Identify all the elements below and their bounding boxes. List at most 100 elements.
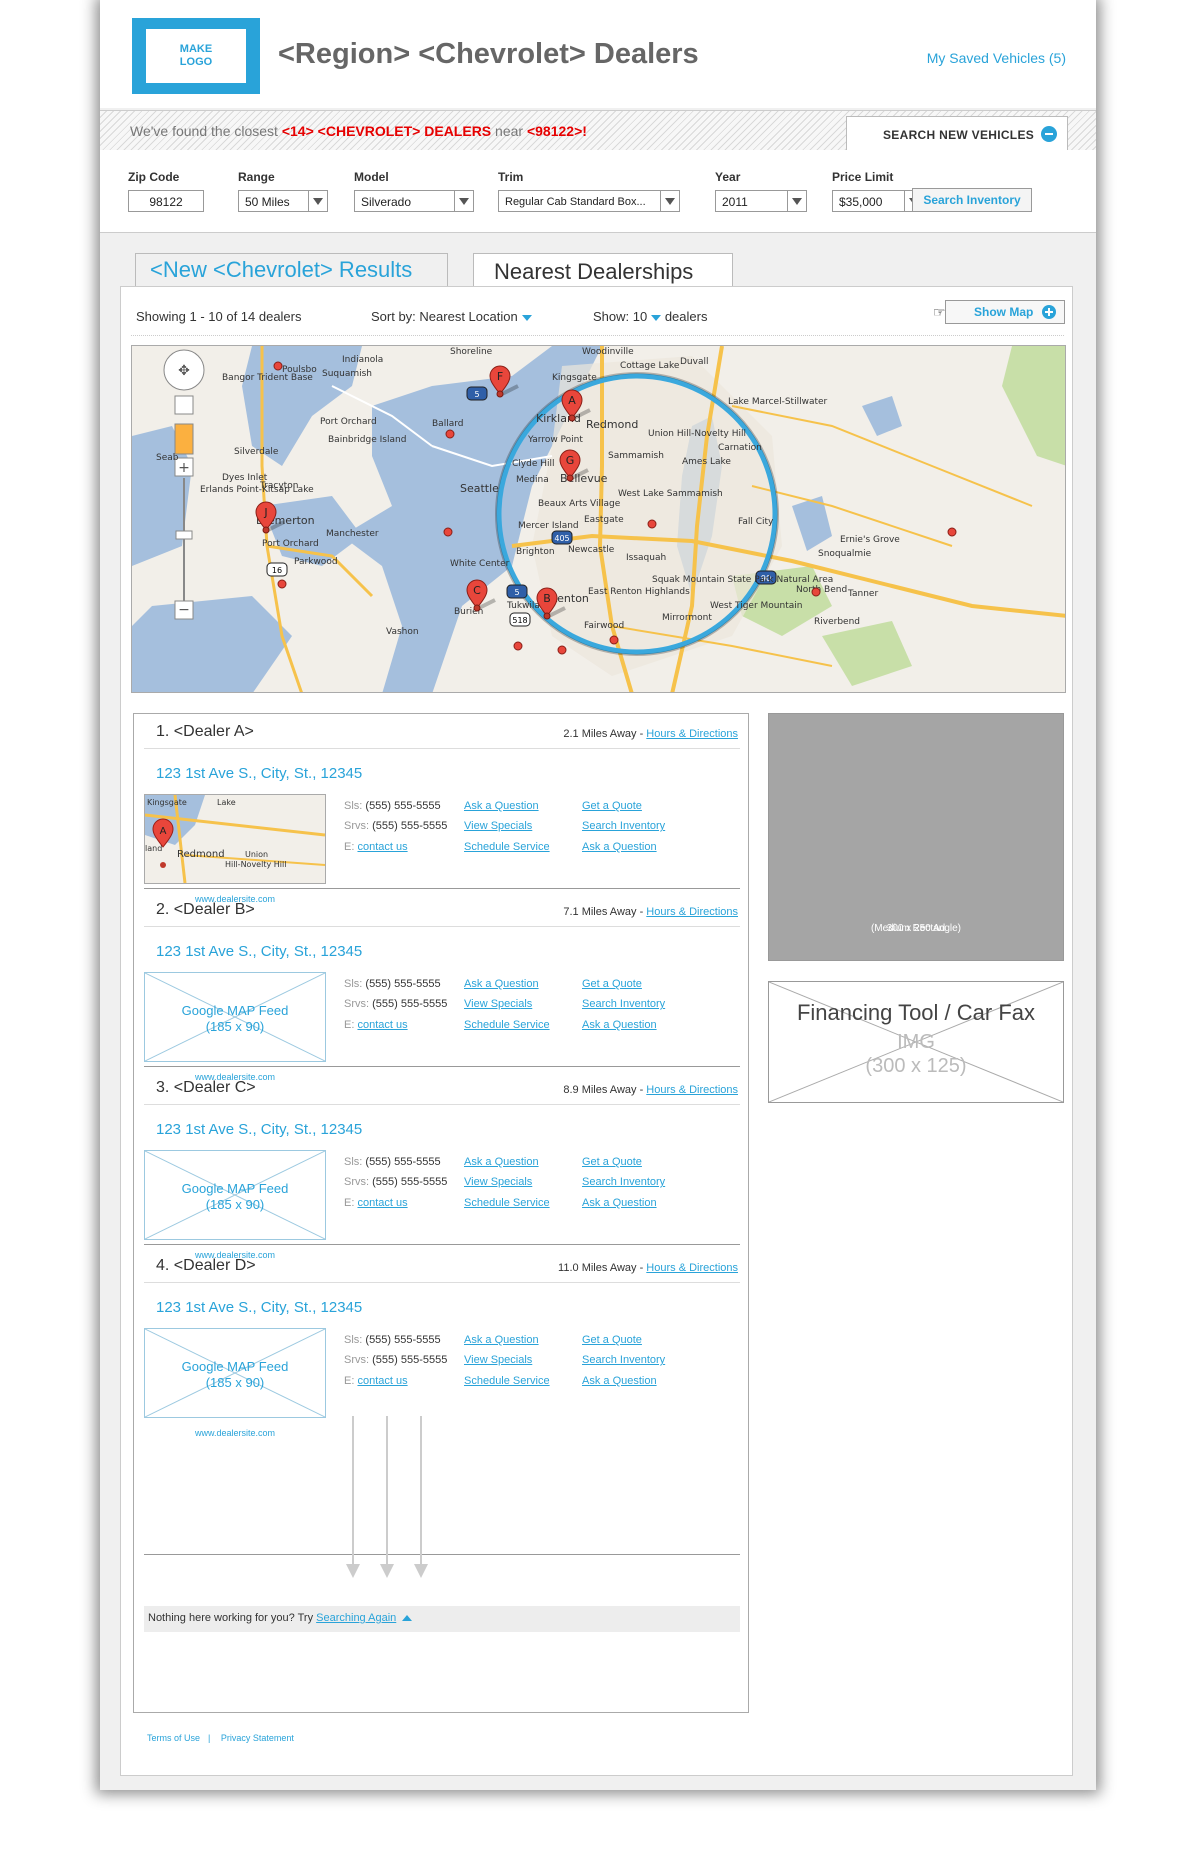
search-inventory-button[interactable]: Search Inventory (912, 188, 1032, 212)
map-place-label: Yarrow Point (527, 435, 583, 445)
ask-question-link[interactable]: Ask a Question (582, 1197, 657, 1209)
header: MAKE LOGO <Region> <Chevrolet> Dealers M… (100, 0, 1096, 108)
terms-link[interactable]: Terms of Use (147, 1733, 200, 1743)
trim-select[interactable]: Regular Cab Standard Box... (498, 190, 680, 212)
contact-us-link[interactable]: contact us (357, 841, 407, 853)
view-specials-link[interactable]: View Specials (464, 998, 532, 1010)
email-contact: E: contact us (344, 1197, 408, 1209)
get-quote-link[interactable]: Get a Quote (582, 1156, 642, 1168)
hours-directions-link[interactable]: Hours & Directions (646, 728, 738, 740)
search-inventory-link[interactable]: Search Inventory (582, 820, 665, 832)
ask-question-link[interactable]: Ask a Question (582, 841, 657, 853)
map-place-label: Brighton (516, 547, 555, 557)
showing-count: Showing 1 - 10 of 14 dealers (136, 309, 302, 324)
ask-question-link[interactable]: Ask a Question (582, 1019, 657, 1031)
map-dealer-dot[interactable] (609, 635, 619, 645)
map-place-label: Shoreline (450, 347, 493, 357)
search-inventory-link[interactable]: Search Inventory (582, 1354, 665, 1366)
make-logo[interactable]: MAKE LOGO (132, 18, 260, 94)
view-specials-link[interactable]: View Specials (464, 1176, 532, 1188)
ask-question-link[interactable]: Ask a Question (464, 800, 539, 812)
search-inventory-link[interactable]: Search Inventory (582, 998, 665, 1010)
show-map-button[interactable]: Show Map (945, 300, 1065, 324)
ask-question-link[interactable]: Ask a Question (464, 1156, 539, 1168)
map-dealer-dot[interactable] (273, 361, 283, 371)
dealer-map-thumb[interactable]: Google MAP Feed (185 x 90) (144, 972, 326, 1062)
map-canvas[interactable]: ✥ + − 540516551890 Shoreline WoodinvilleK… (132, 346, 1066, 693)
map-dealer-dot[interactable] (811, 587, 821, 597)
svg-text:5: 5 (514, 588, 519, 597)
tab-nearest-dealerships[interactable]: Nearest Dealerships (473, 253, 733, 289)
map-place-label: West Tiger Mountain (710, 601, 802, 611)
map-place-label: Ames Lake (682, 457, 731, 467)
map-place-label: Ballard (432, 419, 463, 429)
schedule-service-link[interactable]: Schedule Service (464, 1197, 550, 1209)
chevron-down-icon (521, 314, 532, 321)
dealer-name[interactable]: 1. <Dealer A> (156, 723, 254, 741)
map-place-label: Silverdale (234, 447, 279, 457)
sort-select[interactable]: Sort by: Nearest Location (371, 309, 532, 324)
schedule-service-link[interactable]: Schedule Service (464, 1019, 550, 1031)
dealer-name[interactable]: 3. <Dealer C> (156, 1079, 256, 1097)
show-count-select[interactable]: Show: 10 dealers (593, 309, 707, 324)
price-label: Price Limit (832, 170, 894, 184)
map-place-label: Bangor Trident Base (222, 373, 313, 383)
ask-question-link[interactable]: Ask a Question (464, 1334, 539, 1346)
dealer-name[interactable]: 2. <Dealer B> (156, 901, 255, 919)
view-specials-link[interactable]: View Specials (464, 1354, 532, 1366)
sales-phone: Sls: (555) 555-5555 (344, 1334, 441, 1346)
ask-question-link[interactable]: Ask a Question (464, 978, 539, 990)
schedule-service-link[interactable]: Schedule Service (464, 841, 550, 853)
dealer-address: 123 1st Ave S., City, St., 12345 (156, 1121, 363, 1138)
model-label: Model (354, 170, 389, 184)
dealer-site-link[interactable]: www.dealersite.com (144, 1428, 326, 1438)
get-quote-link[interactable]: Get a Quote (582, 1334, 642, 1346)
hours-directions-link[interactable]: Hours & Directions (646, 1262, 738, 1274)
dealer-map-thumb[interactable]: Google MAP Feed (185 x 90) (144, 1150, 326, 1240)
view-specials-link[interactable]: View Specials (464, 820, 532, 832)
model-select[interactable]: Silverado (354, 190, 474, 212)
range-select[interactable]: 50 Miles (238, 190, 328, 212)
medium-rectangle-ad[interactable]: 300 x 250 Ad (Medium Rectangle) (768, 713, 1064, 961)
dealer-name[interactable]: 4. <Dealer D> (156, 1257, 256, 1275)
search-inventory-link[interactable]: Search Inventory (582, 1176, 665, 1188)
contact-us-link[interactable]: contact us (357, 1197, 407, 1209)
map-place-label: Cottage Lake (620, 361, 680, 371)
contact-us-link[interactable]: contact us (357, 1019, 407, 1031)
get-quote-link[interactable]: Get a Quote (582, 978, 642, 990)
map-dealer-dot[interactable] (443, 527, 453, 537)
tab-new-results[interactable]: <New <Chevrolet> Results (135, 253, 448, 287)
schedule-service-link[interactable]: Schedule Service (464, 1375, 550, 1387)
year-select[interactable]: 2011 (715, 190, 807, 212)
map-dealer-dot[interactable] (647, 519, 657, 529)
hours-directions-link[interactable]: Hours & Directions (646, 1084, 738, 1096)
map-dealer-dot[interactable] (445, 429, 455, 439)
svg-text:C: C (473, 584, 481, 597)
map-dealer-dot[interactable] (557, 645, 567, 655)
dealer-map[interactable]: ✥ + − 5 405 16 5 518 90 Shoreline Woodinville K… (131, 345, 1066, 693)
map-dealer-dot[interactable] (277, 579, 287, 589)
map-place-label: Issaquah (626, 553, 666, 563)
collapse-minus-icon[interactable] (1041, 126, 1057, 142)
price-select[interactable]: $35,000 (832, 190, 924, 212)
zip-input[interactable]: 98122 (128, 190, 204, 212)
hours-directions-link[interactable]: Hours & Directions (646, 906, 738, 918)
dealer-map-thumb[interactable]: Kingsgate Lake Redmond Union Hill-Novelty Hi… (144, 794, 326, 884)
contact-us-link[interactable]: contact us (357, 1375, 407, 1387)
chevron-down-icon (308, 191, 327, 211)
get-quote-link[interactable]: Get a Quote (582, 800, 642, 812)
map-dealer-dot[interactable] (513, 641, 523, 651)
privacy-link[interactable]: Privacy Statement (221, 1733, 294, 1743)
service-phone: Srvs: (555) 555-5555 (344, 998, 448, 1010)
searching-again-link[interactable]: Searching Again (316, 1612, 396, 1624)
map-place-label: Beaux Arts Village (538, 499, 621, 509)
logo-text: MAKE LOGO (179, 43, 213, 68)
thumb-map-label: Kingsgate (147, 798, 187, 807)
dealer-map-thumb[interactable]: Google MAP Feed (185 x 90) (144, 1328, 326, 1418)
financing-tool-box[interactable]: Financing Tool / Car Fax IMG (300 x 125) (768, 981, 1064, 1103)
map-dealer-dot[interactable] (947, 527, 957, 537)
search-new-vehicles-tab[interactable]: SEARCH NEW VEHICLES (846, 116, 1068, 151)
saved-vehicles-link[interactable]: My Saved Vehicles (5) (927, 50, 1066, 66)
map-place-label: Ernie's Grove (840, 535, 900, 545)
ask-question-link[interactable]: Ask a Question (582, 1375, 657, 1387)
